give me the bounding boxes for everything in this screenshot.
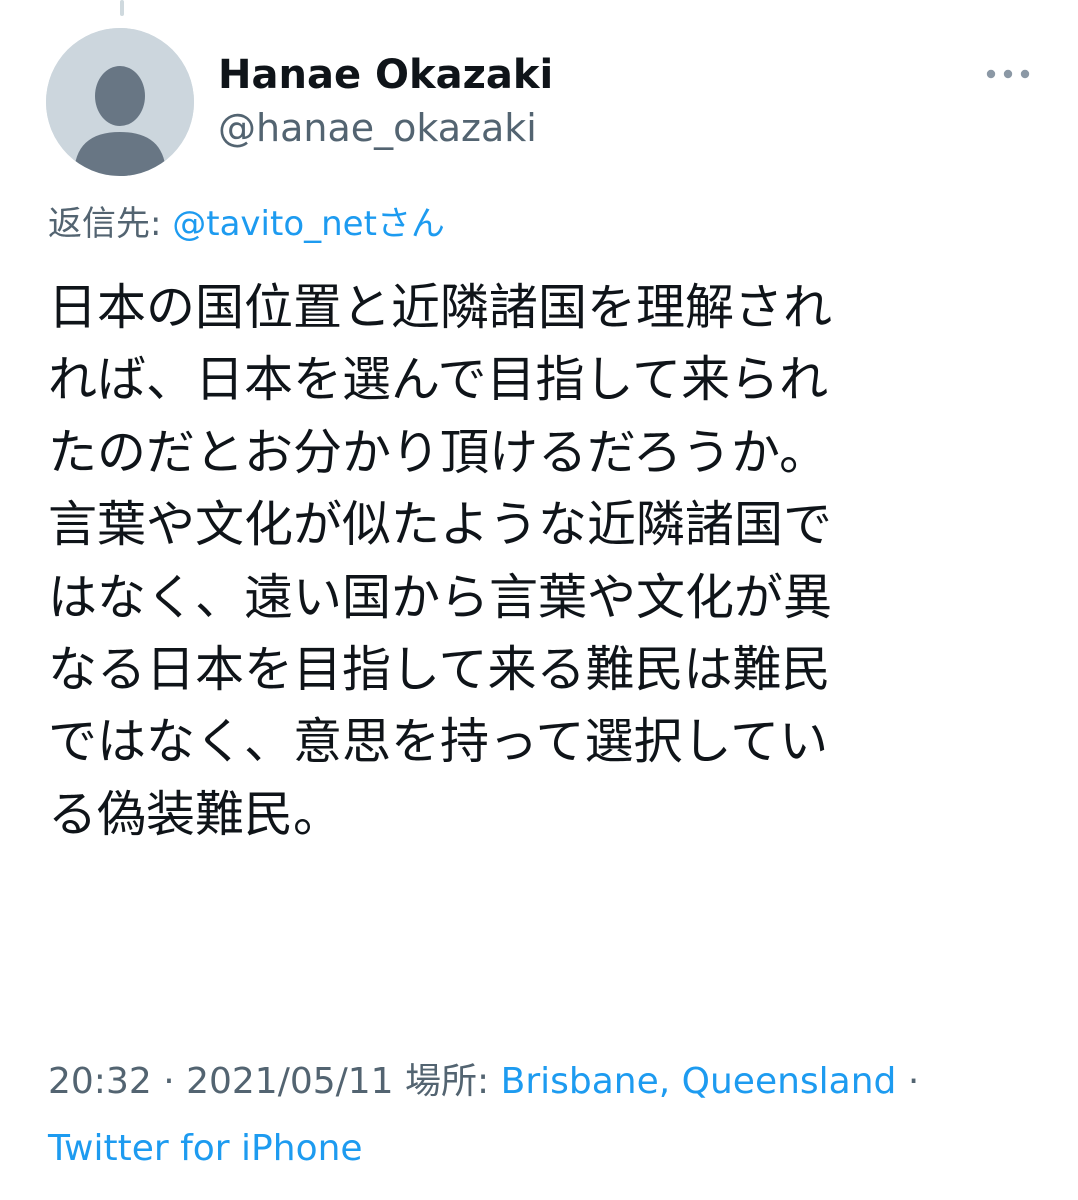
tweet-text-line: たのだとお分かり頂けるだろうか。 (48, 423, 829, 481)
meta-separator: · (896, 1061, 920, 1102)
tweet-text-line: れば、日本を選んで目指して来られ (48, 351, 829, 409)
reply-prefix: 返信先: (48, 204, 173, 244)
more-options-button[interactable] (980, 56, 1036, 92)
more-horizontal-icon (986, 69, 1030, 79)
reply-suffix: さん (376, 204, 445, 244)
tweet-metadata: 20:32 · 2021/05/11 場所: Brisbane, Queensl… (48, 1052, 919, 1104)
tweet-text-line: ではなく、意思を持って選択してい (48, 713, 829, 771)
tweet-text-line: 言葉や文化が似たような近隣諸国で (48, 496, 833, 554)
reply-context: 返信先: @tavito_netさん (48, 196, 445, 245)
default-profile-icon (46, 28, 194, 176)
tweet-text-line: はなく、遠い国から言葉や文化が異 (48, 568, 833, 626)
tweet-text-line: 日本の国位置と近隣諸国を理解され (48, 279, 833, 336)
tweet-text-line: なる日本を目指して来る難民は難民 (48, 641, 831, 699)
reply-mention-link[interactable]: @tavito_net (172, 204, 377, 244)
thread-connector-line (120, 0, 124, 16)
tweet-text: 日本の国位置と近隣諸国を理解され れば、日本を選んで目指して来られ たのだとお分… (48, 272, 1038, 851)
tweet-date[interactable]: 2021/05/11 (186, 1061, 394, 1102)
tweet-time[interactable]: 20:32 (48, 1061, 152, 1102)
author-handle[interactable]: @hanae_okazaki (218, 106, 537, 150)
tweet-text-line: る偽装難民。 (48, 785, 343, 843)
location-label: 場所: (393, 1061, 501, 1102)
author-display-name[interactable]: Hanae Okazaki (218, 52, 553, 98)
avatar[interactable] (46, 28, 194, 176)
tweet-source-link[interactable]: Twitter for iPhone (48, 1128, 363, 1169)
meta-separator: · (151, 1061, 187, 1102)
location-link[interactable]: Brisbane, Queensland (501, 1061, 897, 1102)
